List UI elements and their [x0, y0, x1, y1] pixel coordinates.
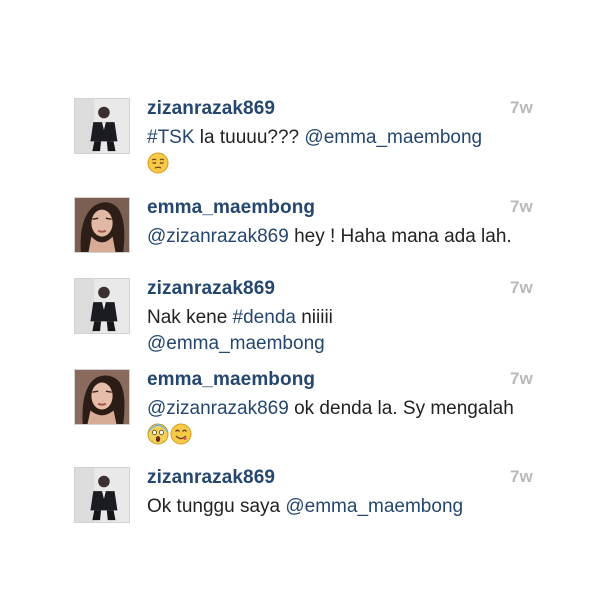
mention-link[interactable]: @emma_maembong	[147, 333, 325, 354]
comment-text: #TSK la tuuuu??? @emma_maembong	[147, 125, 517, 177]
comment-username[interactable]: emma_maembong	[147, 369, 315, 391]
hashtag-link[interactable]: #TSK	[147, 127, 195, 148]
comment-time: 7w	[510, 98, 533, 117]
comment-username[interactable]: zizanrazak869	[147, 98, 275, 120]
comment-text-part: la tuuuu???	[194, 127, 305, 148]
comment-text-part: niiiii	[295, 307, 333, 328]
avatar-zizanrazak869[interactable]	[74, 98, 130, 154]
comment-username[interactable]: zizanrazak869	[147, 467, 275, 489]
comment-text: Nak kene #denda niiiii @emma_maembong	[147, 305, 517, 357]
comment-time: 7w	[510, 467, 533, 486]
mention-link[interactable]: @emma_maembong	[304, 127, 482, 148]
mention-link[interactable]: @zizanrazak869	[147, 398, 289, 419]
comment-text: Ok tunggu saya @emma_maembong	[147, 494, 517, 520]
avatar-zizanrazak869[interactable]	[74, 467, 130, 523]
avatar-emma_maembong[interactable]	[74, 197, 130, 253]
avatar-emma_maembong[interactable]	[74, 369, 130, 425]
comment-time: 7w	[510, 369, 533, 388]
comment-text-part: Nak kene	[147, 307, 233, 328]
hashtag-link[interactable]: #denda	[233, 307, 296, 328]
comment-username[interactable]: zizanrazak869	[147, 278, 275, 300]
comment-time: 7w	[510, 197, 533, 216]
comment-text-part: hey ! Haha mana ada lah.	[288, 226, 512, 247]
mention-link[interactable]: @zizanrazak869	[147, 226, 289, 247]
avatar-zizanrazak869[interactable]	[74, 278, 130, 334]
comment-text-part: ok denda la. Sy mengalah	[288, 398, 514, 419]
comment-time: 7w	[510, 278, 533, 297]
mention-link[interactable]: @emma_maembong	[285, 496, 463, 517]
pensive-face-emoji-icon	[147, 152, 169, 174]
screaming-face-emoji-icon	[147, 423, 169, 445]
comment-username[interactable]: emma_maembong	[147, 197, 315, 219]
comment-text: @zizanrazak869 ok denda la. Sy mengalah	[147, 396, 517, 448]
savoring-food-face-emoji-icon	[170, 423, 192, 445]
comment-text-part: Ok tunggu saya	[147, 496, 286, 517]
comment-text: @zizanrazak869 hey ! Haha mana ada lah.	[147, 224, 517, 250]
